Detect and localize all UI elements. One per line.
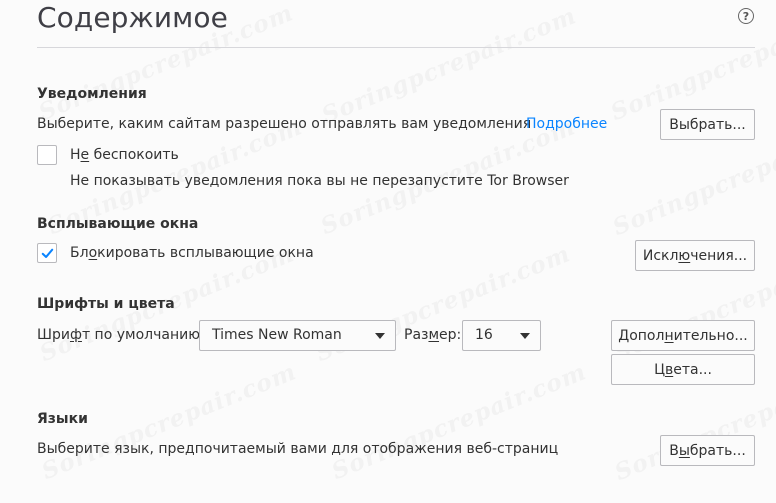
notifications-learn-more-link[interactable]: Подробнее [526, 116, 607, 132]
colors-accesskey: в [664, 361, 674, 378]
block-popups-checkbox[interactable] [37, 243, 57, 263]
languages-choose-button-suffix: брать... [689, 442, 746, 459]
popups-heading: Всплывающие окна [37, 216, 199, 232]
default-font-value: Times New Roman [212, 327, 342, 343]
watermark-text: Soringpcrepair.com [328, 358, 591, 486]
font-size-label: Размер: [404, 327, 461, 343]
block-popups-label-prefix: Бл [70, 245, 89, 261]
do-not-disturb-checkbox[interactable] [37, 145, 57, 165]
popup-exceptions-button[interactable]: Искл ю чения... [635, 240, 755, 271]
advanced-fonts-button[interactable]: Допол н ительно... [611, 320, 755, 351]
notifications-description: Выберите, каким сайтам разрешено отправл… [37, 116, 532, 132]
help-icon[interactable]: ? [738, 8, 754, 24]
colors-button-suffix: ета... [673, 361, 712, 378]
content-settings-page: Soringpcrepair.com Soringpcrepair.com So… [0, 0, 776, 503]
do-not-disturb-label-suffix: беспокоить [89, 147, 179, 163]
font-size-label-suffix: ер: [439, 327, 462, 343]
block-popups-label[interactable]: Блокировать всплывающие окна [70, 245, 314, 261]
notifications-heading: Уведомления [37, 86, 147, 102]
block-popups-accesskey: о [88, 245, 98, 261]
popup-exceptions-accesskey: ю [678, 247, 691, 264]
font-size-select[interactable]: 16 [462, 320, 541, 351]
default-font-label: Шрифт по умолчанию: [37, 327, 205, 343]
languages-description: Выберите язык, предпочитаемый вами для о… [37, 441, 559, 457]
advanced-fonts-button-prefix: Допол [618, 327, 665, 344]
languages-choose-button[interactable]: Вы брать... [660, 435, 755, 466]
title-divider [37, 47, 755, 48]
default-font-label-suffix: т по умолчанию: [81, 327, 205, 343]
advanced-fonts-button-suffix: ительно... [673, 327, 748, 344]
notifications-choose-button[interactable]: Выбрать... [660, 109, 755, 140]
languages-choose-accesskey: ы [678, 442, 690, 459]
checkmark-icon [41, 248, 53, 258]
chevron-down-icon [520, 333, 530, 339]
do-not-disturb-label[interactable]: Не беспокоить [70, 147, 179, 163]
do-not-disturb-accesskey: е [80, 147, 90, 163]
default-font-accesskey: ф [69, 327, 82, 343]
font-size-value: 16 [475, 327, 493, 343]
colors-button[interactable]: Цв ета... [611, 354, 755, 385]
advanced-fonts-accesskey: н [664, 327, 674, 344]
languages-heading: Языки [37, 411, 88, 427]
chevron-down-icon [375, 333, 385, 339]
languages-choose-button-prefix: В [669, 442, 679, 459]
font-size-label-prefix: Раз [404, 327, 429, 343]
default-font-select[interactable]: Times New Roman [199, 320, 396, 351]
popup-exceptions-button-suffix: чения... [690, 247, 748, 264]
do-not-disturb-label-prefix: Н [70, 147, 81, 163]
font-size-accesskey: м [428, 327, 440, 343]
page-title: Содержимое [37, 1, 228, 34]
watermark-text: Soringpcrepair.com [318, 2, 581, 130]
default-font-label-prefix: Шри [37, 327, 70, 343]
popup-exceptions-button-prefix: Искл [642, 247, 679, 264]
colors-button-prefix: Ц [654, 361, 665, 378]
do-not-disturb-note: Не показывать уведомления пока вы не пер… [70, 173, 569, 189]
fonts-colors-heading: Шрифты и цвета [37, 296, 175, 312]
block-popups-label-suffix: кировать всплывающие окна [97, 245, 314, 261]
